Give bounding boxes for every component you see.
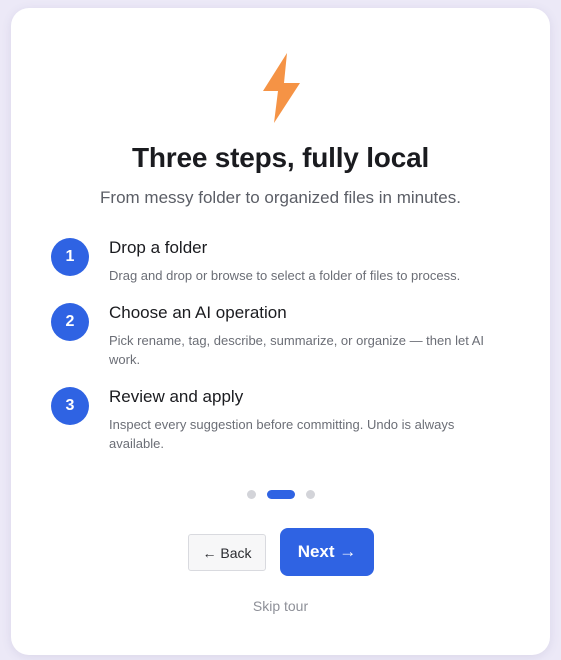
step-title: Drop a folder — [109, 238, 208, 257]
step-description: Pick rename, tag, describe, summarize, o… — [109, 333, 485, 367]
pagination-dot[interactable] — [247, 490, 256, 499]
back-button[interactable]: ← Back — [188, 534, 266, 571]
pagination-dot[interactable] — [306, 490, 315, 499]
step-number-badge: 2 — [51, 303, 89, 341]
step-description: Drag and drop or browse to select a fold… — [109, 268, 461, 283]
step-title: Choose an AI operation — [109, 303, 287, 322]
page-subtitle: From messy folder to organized files in … — [100, 188, 461, 207]
skip-tour-link[interactable]: Skip tour — [11, 598, 550, 614]
onboarding-card: Three steps, fully local From messy fold… — [11, 8, 550, 655]
step-title: Review and apply — [109, 387, 244, 406]
pagination-dots — [247, 489, 317, 499]
step-number-badge: 3 — [51, 387, 89, 425]
page-title: Three steps, fully local — [131, 142, 430, 173]
next-button[interactable]: Next → — [280, 528, 374, 576]
lightning-bolt-icon — [263, 53, 300, 123]
pagination-dot-active[interactable] — [267, 490, 295, 499]
step-description: Inspect every suggestion before committi… — [109, 417, 455, 451]
step-number-badge: 1 — [51, 238, 89, 276]
